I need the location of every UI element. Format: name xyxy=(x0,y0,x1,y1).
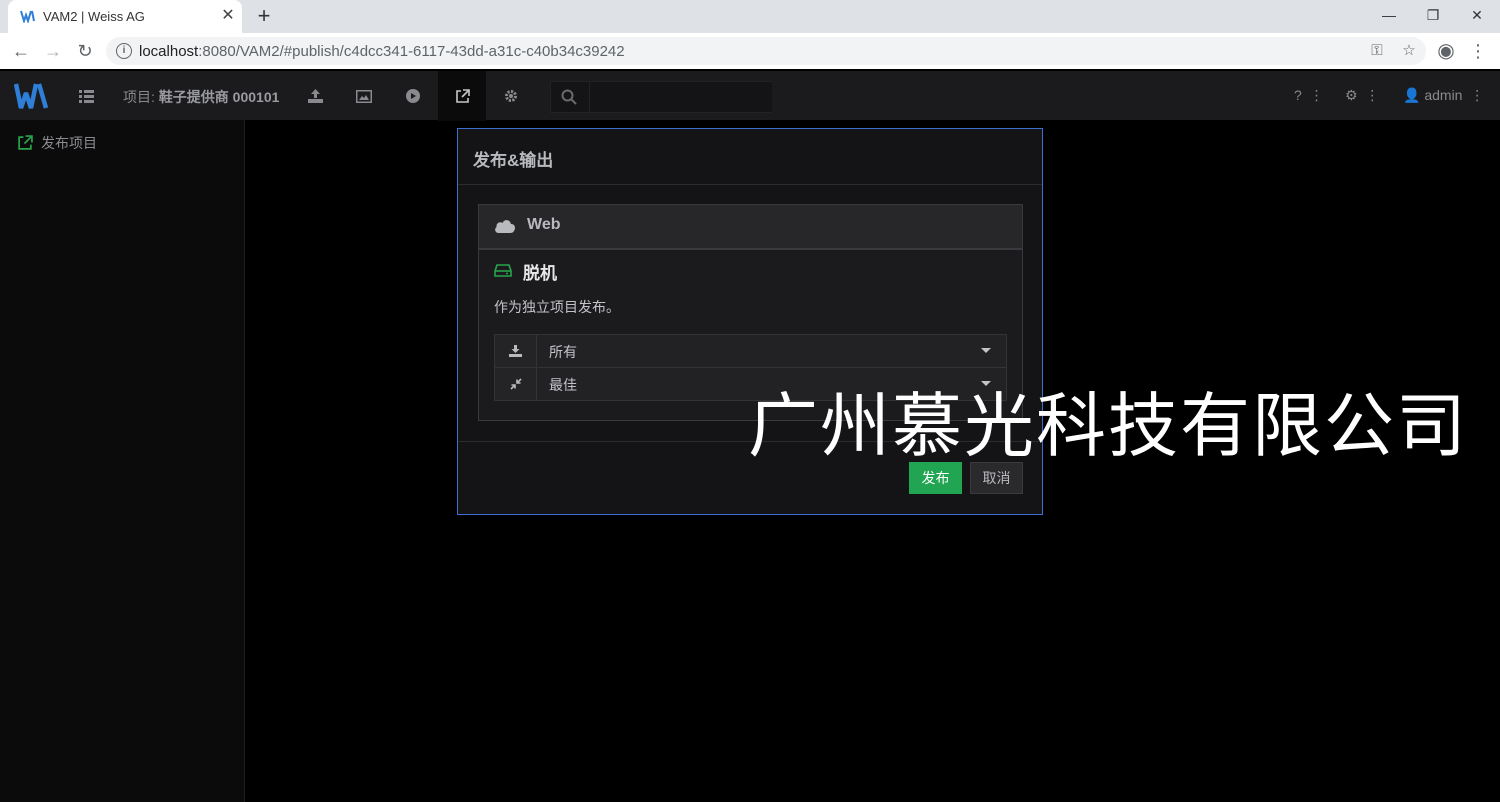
gear-icon[interactable] xyxy=(487,71,535,121)
user-name: admin xyxy=(1424,87,1463,103)
tab-close-icon[interactable]: ✕ xyxy=(218,6,238,26)
profile-icon[interactable]: ◉ xyxy=(1434,40,1458,62)
browser-address-bar: ← → ↻ i localhost:8080/VAM2/#publish/c4d… xyxy=(0,33,1500,69)
search-icon[interactable] xyxy=(561,89,577,105)
app-favicon-icon xyxy=(20,10,35,23)
reload-icon[interactable]: ↻ xyxy=(73,40,97,62)
content-select-value: 所有 xyxy=(549,344,577,360)
web-panel-label: Web xyxy=(527,216,561,233)
download-icon xyxy=(495,335,537,367)
app-top-nav: 项目: 鞋子提供商 000101 ? ⋮ ⚙ ⋮ 👤 admin ⋮ xyxy=(0,70,1500,121)
external-link-icon xyxy=(18,135,33,150)
restore-icon[interactable]: ❐ xyxy=(1410,0,1456,30)
list-icon[interactable] xyxy=(62,71,110,121)
url-text: localhost:8080/VAM2/#publish/c4dcc341-61… xyxy=(139,43,625,60)
back-icon[interactable]: ← xyxy=(9,40,33,62)
gears-icon: ⚙ xyxy=(1345,87,1358,103)
dialog-title: 发布&输出 xyxy=(473,151,554,170)
kebab-icon: ⋮ xyxy=(1305,87,1324,103)
url-input[interactable]: i localhost:8080/VAM2/#publish/c4dcc341-… xyxy=(106,37,1426,65)
play-icon[interactable] xyxy=(389,71,437,121)
offline-panel-label[interactable]: 脱机 xyxy=(523,259,557,284)
project-label: 项目: 鞋子提供商 000101 xyxy=(123,89,280,105)
kebab-icon: ⋮ xyxy=(1361,87,1380,103)
new-tab-button[interactable]: + xyxy=(252,4,276,28)
dialog-header: 发布&输出 xyxy=(458,129,1042,185)
image-icon[interactable] xyxy=(340,71,388,121)
search-box xyxy=(550,81,772,113)
help-menu[interactable]: ? ⋮ xyxy=(1294,87,1324,104)
upload-icon[interactable] xyxy=(291,71,339,121)
settings-menu[interactable]: ⚙ ⋮ xyxy=(1345,87,1379,104)
web-panel-header[interactable]: Web xyxy=(478,204,1023,249)
close-icon[interactable]: ✕ xyxy=(1454,0,1500,30)
offline-panel-description: 作为独立项目发布。 xyxy=(494,299,620,315)
browser-tab-bar: VAM2 | Weiss AG ✕ + — ❐ ✕ xyxy=(0,0,1500,33)
cloud-icon xyxy=(495,220,515,233)
star-icon[interactable]: ☆ xyxy=(1398,40,1420,62)
browser-menu-icon[interactable]: ⋮ xyxy=(1466,40,1490,62)
sidebar-item-label: 发布项目 xyxy=(41,135,97,151)
drive-icon xyxy=(494,264,512,277)
info-icon[interactable]: i xyxy=(116,43,132,59)
chevron-down-icon xyxy=(981,348,991,353)
sidebar-item-publish-project[interactable]: 发布项目 xyxy=(17,133,97,153)
key-icon[interactable]: ⚿ xyxy=(1366,40,1388,62)
browser-tab[interactable]: VAM2 | Weiss AG ✕ xyxy=(8,0,242,33)
watermark-text: 广州慕光科技有限公司 xyxy=(748,385,1468,467)
user-icon: 👤 xyxy=(1403,87,1421,103)
external-link-icon[interactable] xyxy=(438,71,486,121)
search-input[interactable] xyxy=(589,82,772,112)
app-logo[interactable] xyxy=(14,81,50,111)
quality-select-value: 最佳 xyxy=(549,377,577,393)
forward-icon[interactable]: → xyxy=(41,40,65,62)
kebab-icon: ⋮ xyxy=(1466,87,1485,103)
compress-icon xyxy=(495,368,537,400)
sidebar: 发布项目 xyxy=(0,120,245,802)
content-select[interactable]: 所有 xyxy=(494,334,1007,368)
user-menu[interactable]: 👤 admin ⋮ xyxy=(1403,87,1484,104)
help-label: ? xyxy=(1294,87,1302,103)
tab-title: VAM2 | Weiss AG xyxy=(43,9,145,24)
minimize-icon[interactable]: — xyxy=(1366,0,1412,30)
